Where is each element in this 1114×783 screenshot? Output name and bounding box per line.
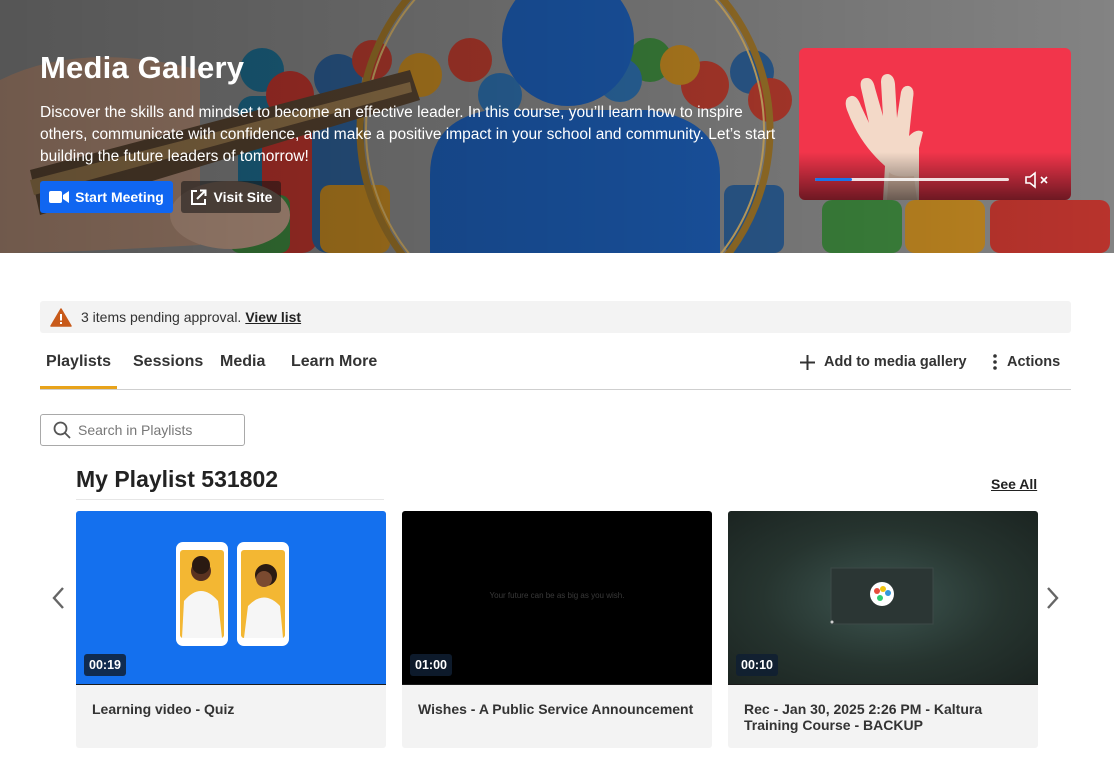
thumbnail-divider (402, 684, 712, 685)
playlist-title-divider (76, 499, 384, 500)
duration-badge: 00:19 (84, 654, 126, 676)
thumbnail-divider (728, 684, 1038, 685)
gallery-tabs: Playlists Sessions Media Learn More Add … (40, 340, 1071, 390)
progress-bar[interactable] (815, 178, 1009, 181)
tab-sessions[interactable]: Sessions (133, 340, 203, 388)
card-title: Wishes - A Public Service Announcement (418, 701, 694, 717)
volume-muted-icon[interactable] (1024, 171, 1054, 189)
tab-media[interactable]: Media (220, 340, 265, 388)
playlist-card[interactable]: Your future can be as big as you wish. 0… (402, 511, 712, 748)
card-title: Rec - Jan 30, 2025 2:26 PM - Kaltura Tra… (744, 701, 983, 733)
playlist-search (40, 414, 245, 446)
start-meeting-label: Start Meeting (75, 189, 164, 205)
alert-message: 3 items pending approval. (81, 309, 242, 325)
visit-site-label: Visit Site (213, 189, 273, 205)
tab-playlists[interactable]: Playlists (40, 340, 117, 389)
hero-banner: Media Gallery Discover the skills and mi… (0, 0, 1114, 253)
warning-icon (50, 307, 72, 327)
see-all-link[interactable]: See All (991, 476, 1037, 492)
pending-approval-alert: 3 items pending approval. View list (40, 301, 1071, 333)
view-list-link[interactable]: View list (245, 309, 301, 325)
chevron-right-icon[interactable] (1043, 585, 1063, 611)
search-icon (53, 421, 71, 439)
video-player[interactable] (799, 48, 1071, 200)
thumbnail-caption: Your future can be as big as you wish. (489, 591, 625, 600)
actions-menu-button[interactable]: Actions (991, 340, 1060, 384)
add-to-media-gallery-label: Add to media gallery (824, 354, 967, 370)
page-title: Media Gallery (40, 50, 245, 85)
visit-site-button[interactable]: Visit Site (181, 181, 281, 213)
thumbnail-divider (76, 684, 386, 685)
plus-icon (799, 354, 816, 371)
playlist-title: My Playlist 531802 (76, 466, 279, 492)
playlist-card[interactable]: 00:10 Rec - Jan 30, 2025 2:26 PM - Kaltu… (728, 511, 1038, 748)
video-camera-icon (49, 190, 70, 204)
hero-description: Discover the skills and mindset to becom… (40, 104, 776, 165)
add-to-media-gallery-button[interactable]: Add to media gallery (799, 340, 967, 384)
search-input[interactable] (78, 422, 228, 438)
more-vertical-icon (991, 353, 999, 371)
chevron-left-icon[interactable] (48, 585, 68, 611)
tab-learn-more[interactable]: Learn More (291, 340, 377, 388)
progress-fill (815, 178, 852, 181)
duration-badge: 01:00 (410, 654, 452, 676)
external-link-icon (190, 189, 207, 206)
playlist-card[interactable]: 00:19 Learning video - Quiz (76, 511, 386, 748)
duration-badge: 00:10 (736, 654, 778, 676)
card-title: Learning video - Quiz (92, 701, 235, 717)
start-meeting-button[interactable]: Start Meeting (40, 181, 173, 213)
actions-label: Actions (1007, 354, 1061, 370)
